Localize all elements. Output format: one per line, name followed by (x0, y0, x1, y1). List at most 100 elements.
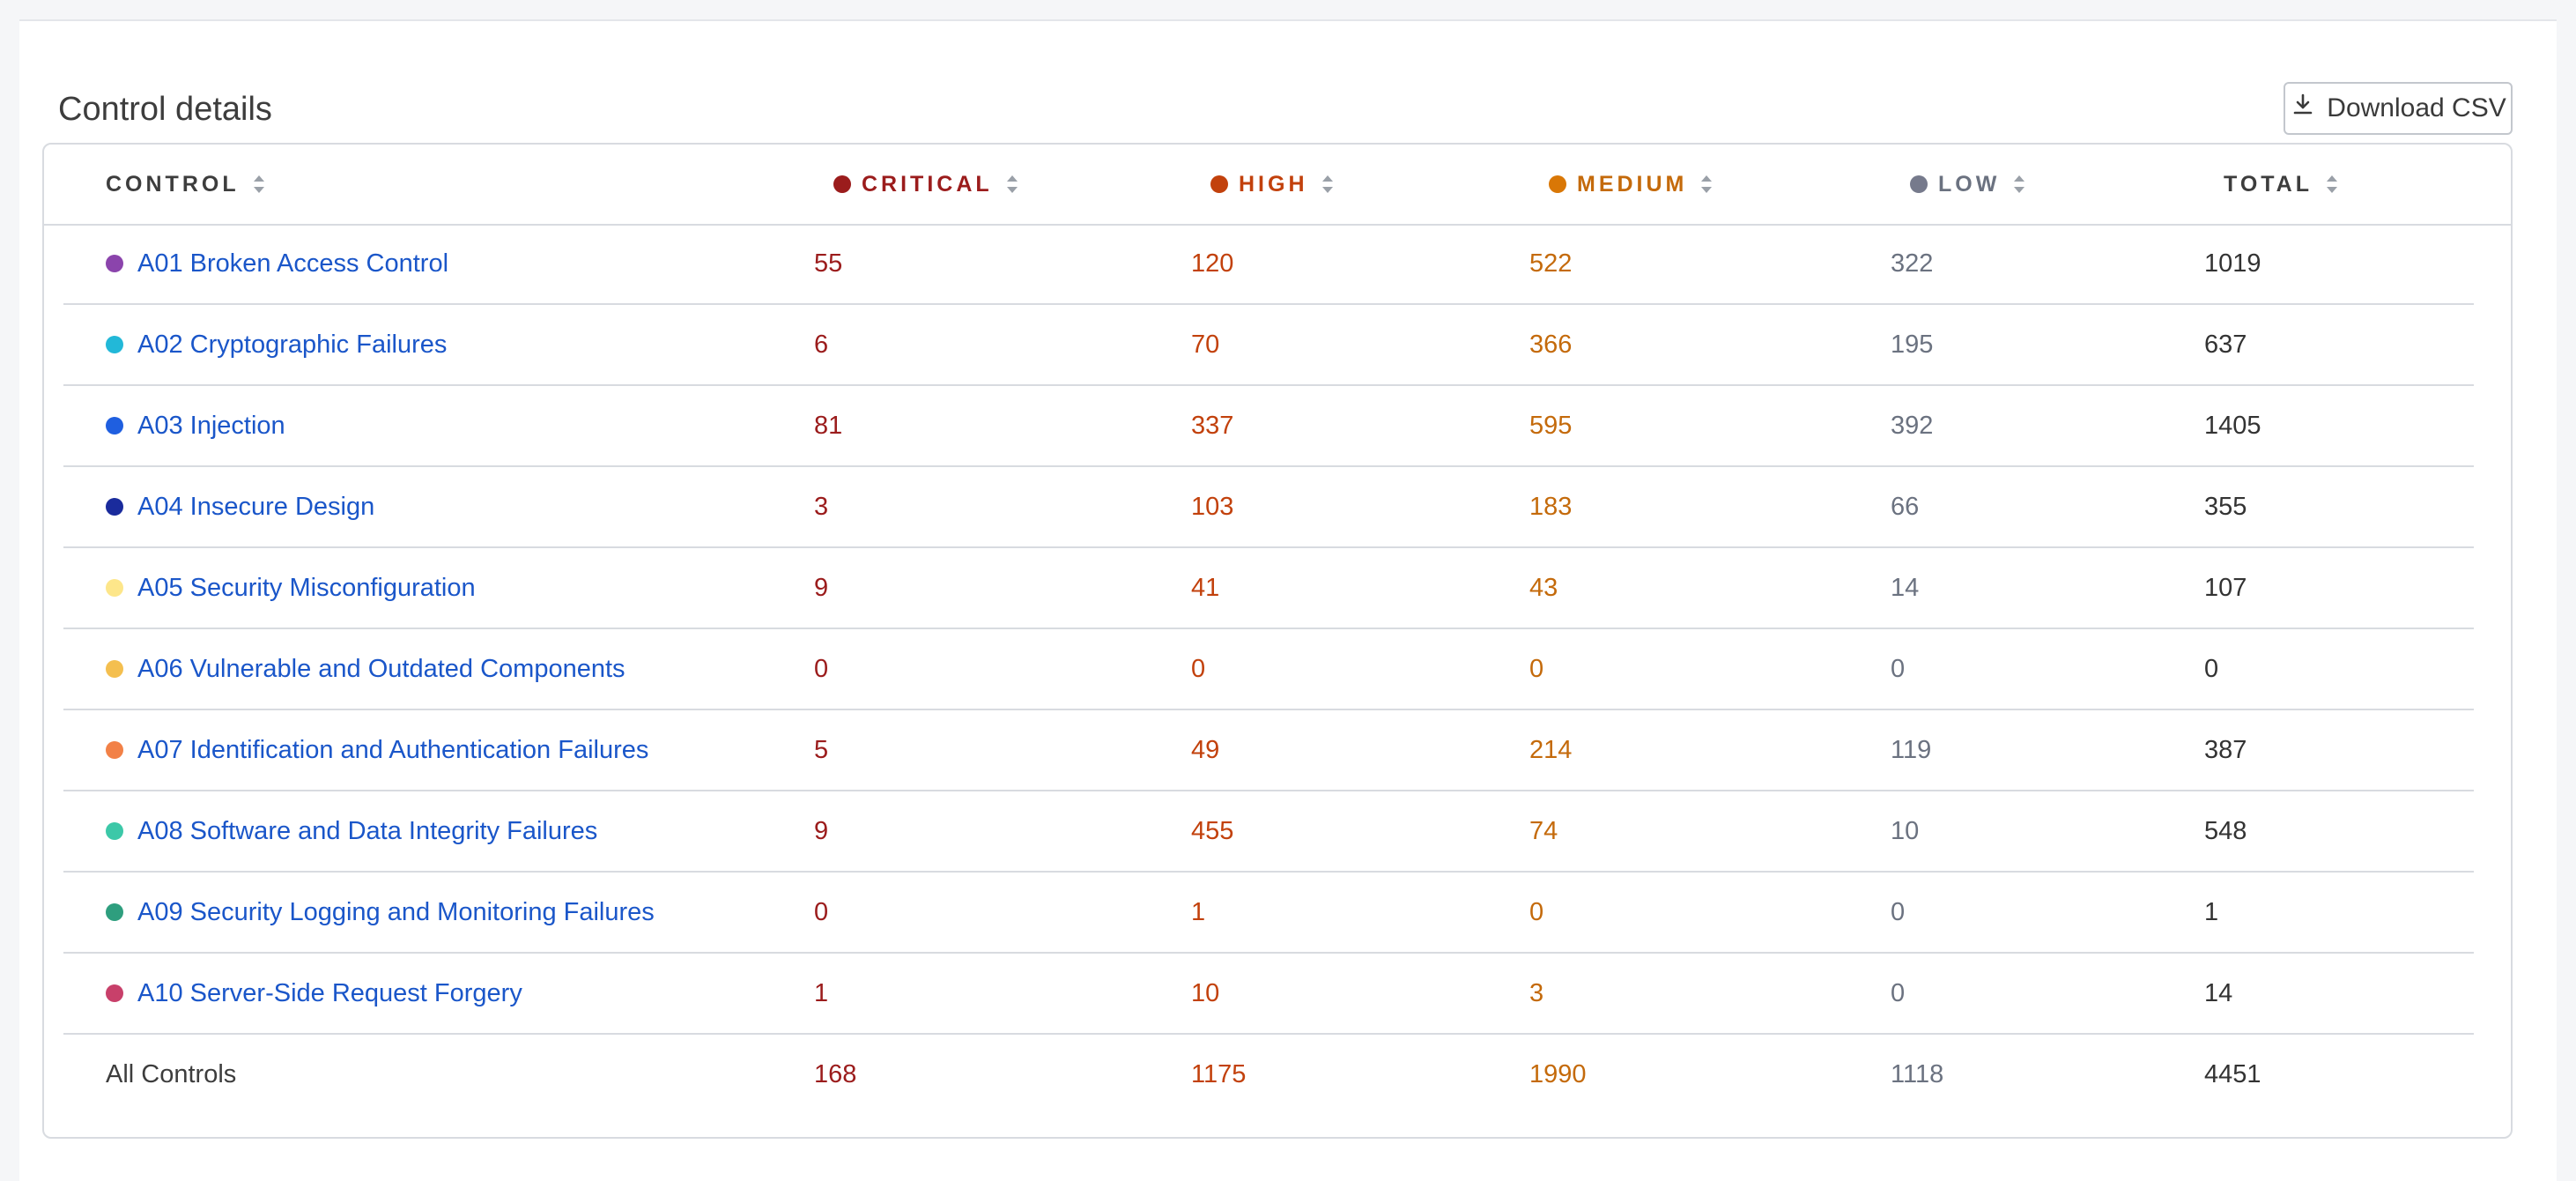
critical-count: 6 (814, 330, 829, 359)
high-count: 337 (1191, 411, 1234, 440)
header-low[interactable]: LOW (1910, 145, 2026, 224)
control-color-dot-icon (106, 579, 123, 597)
control-link[interactable]: A02 Cryptographic Failures (137, 331, 447, 360)
critical-count: 3 (814, 492, 829, 521)
medium-count: 214 (1529, 735, 1573, 764)
high-count: 0 (1191, 654, 1206, 683)
table-row: A08 Software and Data Integrity Failures… (63, 791, 2474, 873)
low-count: 66 (1891, 492, 1920, 521)
control-cell: A01 Broken Access Control (106, 224, 448, 303)
totals-row: All Controls 168 1175 1990 1118 4451 (63, 1035, 2474, 1116)
download-csv-label: Download CSV (2327, 93, 2506, 123)
medium-count: 0 (1529, 654, 1544, 683)
total-count: 107 (2204, 573, 2247, 602)
control-link[interactable]: A06 Vulnerable and Outdated Components (137, 655, 625, 684)
total-count: 14 (2204, 978, 2233, 1007)
critical-total: 168 (814, 1059, 857, 1088)
low-count: 392 (1891, 411, 1934, 440)
medium-count: 43 (1529, 573, 1558, 602)
critical-dot-icon (833, 175, 851, 193)
total-count: 1 (2204, 897, 2219, 926)
critical-count: 55 (814, 249, 843, 278)
low-dot-icon (1910, 175, 1928, 193)
header-critical-label: CRITICAL (862, 171, 993, 197)
high-count: 41 (1191, 573, 1220, 602)
medium-count: 0 (1529, 897, 1544, 926)
sort-icon (252, 172, 266, 197)
total-count: 0 (2204, 654, 2219, 683)
low-count: 322 (1891, 249, 1934, 278)
header-critical[interactable]: CRITICAL (833, 145, 1019, 224)
high-dot-icon (1210, 175, 1228, 193)
total-count: 637 (2204, 330, 2247, 359)
critical-count: 81 (814, 411, 843, 440)
table-row: A05 Security Misconfiguration 9 41 43 14… (63, 548, 2474, 629)
header-high[interactable]: HIGH (1210, 145, 1335, 224)
table-row: A04 Insecure Design 3 103 183 66 355 (63, 467, 2474, 548)
critical-count: 9 (814, 816, 829, 845)
control-cell: A02 Cryptographic Failures (106, 305, 447, 384)
control-color-dot-icon (106, 255, 123, 272)
critical-count: 9 (814, 573, 829, 602)
control-link[interactable]: A01 Broken Access Control (137, 249, 448, 279)
low-count: 14 (1891, 573, 1920, 602)
header-control[interactable]: CONTROL (106, 145, 266, 224)
control-link[interactable]: A05 Security Misconfiguration (137, 574, 476, 603)
download-icon (2290, 92, 2316, 125)
high-count: 49 (1191, 735, 1220, 764)
sort-icon (1005, 172, 1019, 197)
control-details-table: CONTROL CRITICAL HIGH MEDIUM LOW TOTAL A… (42, 143, 2513, 1139)
critical-count: 0 (814, 654, 829, 683)
header-control-label: CONTROL (106, 171, 240, 197)
control-cell: A08 Software and Data Integrity Failures (106, 791, 597, 871)
totals-label: All Controls (106, 1059, 237, 1088)
control-color-dot-icon (106, 417, 123, 435)
control-color-dot-icon (106, 336, 123, 353)
control-color-dot-icon (106, 822, 123, 840)
control-cell: A07 Identification and Authentication Fa… (106, 710, 648, 790)
header-total-label: TOTAL (2224, 171, 2313, 197)
low-count: 0 (1891, 897, 1906, 926)
control-link[interactable]: A10 Server-Side Request Forgery (137, 979, 522, 1008)
sort-icon (2325, 172, 2339, 197)
total-count: 548 (2204, 816, 2247, 845)
total-count: 1019 (2204, 249, 2261, 278)
control-link[interactable]: A09 Security Logging and Monitoring Fail… (137, 898, 655, 927)
control-color-dot-icon (106, 984, 123, 1002)
control-color-dot-icon (106, 741, 123, 759)
header-total[interactable]: TOTAL (2224, 145, 2339, 224)
total-count: 387 (2204, 735, 2247, 764)
header-low-label: LOW (1938, 171, 2001, 197)
control-color-dot-icon (106, 498, 123, 516)
high-count: 70 (1191, 330, 1220, 359)
download-csv-button[interactable]: Download CSV (2284, 82, 2513, 135)
control-link[interactable]: A04 Insecure Design (137, 493, 374, 522)
low-count: 195 (1891, 330, 1934, 359)
control-cell: A06 Vulnerable and Outdated Components (106, 629, 625, 709)
low-count: 119 (1891, 735, 1932, 764)
critical-count: 5 (814, 735, 829, 764)
total-count: 355 (2204, 492, 2247, 521)
control-link[interactable]: A08 Software and Data Integrity Failures (137, 817, 597, 846)
top-bar (0, 0, 2576, 19)
table-row: A03 Injection 81 337 595 392 1405 (63, 386, 2474, 467)
table-row: A07 Identification and Authentication Fa… (63, 710, 2474, 791)
control-link[interactable]: A03 Injection (137, 412, 285, 441)
medium-dot-icon (1549, 175, 1566, 193)
low-count: 0 (1891, 978, 1906, 1007)
header-medium[interactable]: MEDIUM (1549, 145, 1714, 224)
header-medium-label: MEDIUM (1577, 171, 1688, 197)
control-link[interactable]: A07 Identification and Authentication Fa… (137, 736, 648, 765)
table-row: A10 Server-Side Request Forgery 1 10 3 0… (63, 954, 2474, 1035)
high-count: 10 (1191, 978, 1220, 1007)
table-row: A02 Cryptographic Failures 6 70 366 195 … (63, 305, 2474, 386)
medium-count: 595 (1529, 411, 1573, 440)
total-count: 1405 (2204, 411, 2261, 440)
control-color-dot-icon (106, 660, 123, 678)
section-title: Control details (58, 91, 272, 128)
high-count: 103 (1191, 492, 1234, 521)
sort-icon (1321, 172, 1335, 197)
table-row: A06 Vulnerable and Outdated Components 0… (63, 629, 2474, 710)
medium-count: 74 (1529, 816, 1558, 845)
high-total: 1175 (1191, 1059, 1247, 1088)
